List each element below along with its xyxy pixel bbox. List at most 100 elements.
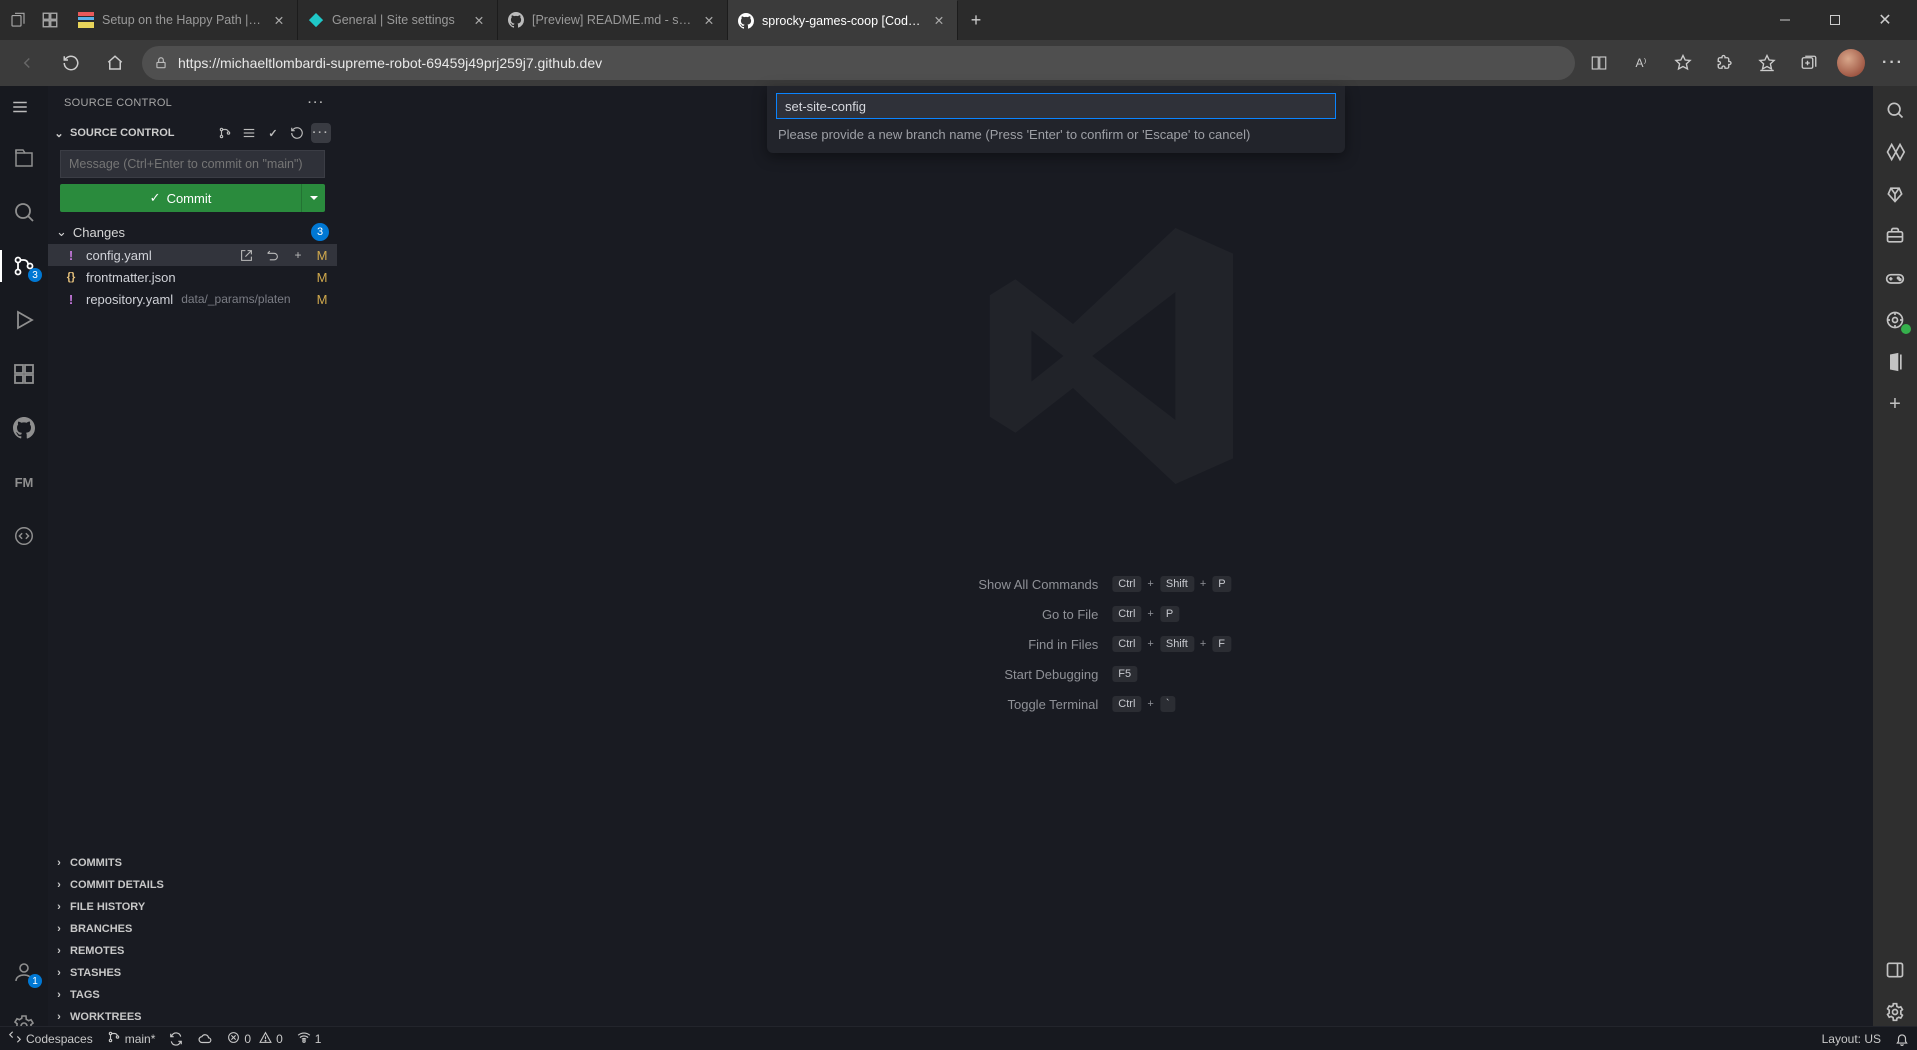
collections-icon[interactable] (1795, 49, 1823, 77)
lock-icon (154, 56, 168, 70)
activity-search[interactable] (0, 192, 48, 232)
status-codespaces[interactable]: Codespaces (8, 1030, 93, 1047)
favorite-star-icon[interactable] (1669, 49, 1697, 77)
app-mode-icon[interactable] (1585, 49, 1613, 77)
commit-message-field[interactable] (60, 150, 325, 178)
vscode-app: 3 FM 1 SOURCE CONTROL ··· ⌄ SOURCE CONTR… (0, 86, 1917, 1050)
browser-tab-1[interactable]: General | Site settings ✕ (298, 0, 498, 40)
scm-more-actions-button[interactable]: ··· (311, 123, 331, 143)
status-layout[interactable]: Layout: US (1822, 1032, 1881, 1046)
accordion-remotes[interactable]: ›REMOTES (48, 940, 337, 962)
refresh-icon[interactable] (287, 123, 307, 143)
commit-message-input[interactable] (60, 150, 325, 178)
browser-menu-button[interactable]: ··· (1879, 49, 1907, 77)
vscode-menu-button[interactable] (5, 92, 35, 122)
status-sync[interactable] (169, 1032, 183, 1046)
activity-source-control[interactable]: 3 (0, 246, 48, 286)
commit-check-icon[interactable]: ✓ (263, 123, 283, 143)
stage-changes-icon[interactable]: + (289, 246, 307, 264)
activity-extensions[interactable] (0, 354, 48, 394)
favorites-list-icon[interactable] (1753, 49, 1781, 77)
close-icon[interactable]: ✕ (931, 13, 947, 29)
edge-games-icon[interactable] (1883, 266, 1907, 290)
chevron-right-icon: › (52, 879, 66, 891)
editor-area: Show All CommandsCtrl+Shift+PGo to FileC… (337, 86, 1873, 1050)
browser-tab-title-0: Setup on the Happy Path | Platen (102, 13, 263, 27)
nav-back-button[interactable] (10, 46, 44, 80)
changes-header[interactable]: ⌄ Changes 3 (48, 220, 337, 244)
home-button[interactable] (98, 46, 132, 80)
open-file-icon[interactable] (237, 246, 255, 264)
scm-provider-header[interactable]: ⌄ SOURCE CONTROL ✓ ··· (48, 120, 337, 146)
edge-shopping-icon[interactable] (1883, 182, 1907, 206)
new-tab-button[interactable]: + (958, 0, 994, 40)
sidebar-title: SOURCE CONTROL (64, 97, 172, 109)
keyboard-shortcut: Ctrl+Shift+F (1112, 636, 1231, 652)
activity-github[interactable] (0, 408, 48, 448)
status-problems[interactable]: 0 0 (227, 1031, 282, 1047)
close-window-button[interactable]: ✕ (1871, 6, 1899, 34)
browser-tab-0[interactable]: Setup on the Happy Path | Platen ✕ (68, 0, 298, 40)
close-icon[interactable]: ✕ (271, 12, 287, 28)
status-ports[interactable]: 1 (297, 1030, 322, 1047)
profile-avatar[interactable] (1837, 49, 1865, 77)
status-ports-count: 1 (315, 1032, 322, 1046)
browser-tab-3[interactable]: sprocky-games-coop [Codespaces ✕ (728, 0, 958, 40)
accordion-file-history[interactable]: ›FILE HISTORY (48, 896, 337, 918)
accordion-commit-details[interactable]: ›COMMIT DETAILS (48, 874, 337, 896)
file-path: data/_params/platen (181, 292, 290, 306)
close-icon[interactable]: ✕ (471, 12, 487, 28)
vscode-watermark-icon (945, 196, 1265, 516)
sidebar-more-button[interactable]: ··· (308, 97, 325, 109)
view-as-list-icon[interactable] (239, 123, 259, 143)
edge-settings-icon[interactable] (1883, 1000, 1907, 1024)
changed-file-row[interactable]: ! repository.yaml data/_params/platen M (48, 288, 337, 310)
chevron-down-icon: ⌄ (56, 224, 67, 240)
accordion-label: STASHES (70, 967, 121, 979)
read-aloud-icon[interactable]: A⁾ (1627, 49, 1655, 77)
status-cloud[interactable] (197, 1032, 213, 1046)
close-icon[interactable]: ✕ (701, 12, 717, 28)
branch-name-input[interactable] (776, 93, 1336, 119)
status-branch[interactable]: main* (107, 1030, 156, 1047)
status-layout-label: Layout: US (1822, 1032, 1881, 1046)
workspaces-icon[interactable] (40, 10, 60, 30)
commit-more-button[interactable] (301, 184, 325, 212)
edge-performance-icon[interactable] (1883, 308, 1907, 332)
activity-run-debug[interactable] (0, 300, 48, 340)
commit-button[interactable]: ✓Commit (60, 184, 301, 212)
accordion-stashes[interactable]: ›STASHES (48, 962, 337, 984)
edge-discover-icon[interactable] (1883, 140, 1907, 164)
activity-explorer[interactable] (0, 138, 48, 178)
edge-tools-icon[interactable] (1883, 224, 1907, 248)
browser-tab-2[interactable]: [Preview] README.md - sprocky ✕ (498, 0, 728, 40)
extensions-icon[interactable] (1711, 49, 1739, 77)
changed-file-row[interactable]: {} frontmatter.json M (48, 266, 337, 288)
accordion-commits[interactable]: ›COMMITS (48, 852, 337, 874)
activity-accounts[interactable]: 1 (0, 952, 48, 992)
accordion-worktrees[interactable]: ›WORKTREES (48, 1006, 337, 1028)
discard-changes-icon[interactable] (263, 246, 281, 264)
browser-toolbar: https://michaeltlombardi-supreme-robot-6… (0, 40, 1917, 86)
changed-file-row[interactable]: ! config.yaml + M (48, 244, 337, 266)
welcome-command-label: Toggle Terminal (978, 697, 1098, 712)
personal-icon[interactable] (8, 10, 28, 30)
activity-fm[interactable]: FM (0, 462, 48, 502)
edge-add-icon[interactable]: + (1883, 392, 1907, 416)
edge-office-icon[interactable] (1883, 350, 1907, 374)
edge-search-icon[interactable] (1883, 98, 1907, 122)
status-notifications-icon[interactable] (1895, 1032, 1909, 1046)
accordion-branches[interactable]: ›BRANCHES (48, 918, 337, 940)
maximize-button[interactable] (1821, 6, 1849, 34)
activity-codespaces[interactable] (0, 516, 48, 556)
minimize-button[interactable] (1771, 6, 1799, 34)
scm-badge: 3 (28, 268, 42, 282)
accordion-tags[interactable]: ›TAGS (48, 984, 337, 1006)
gitlens-accordions: ›COMMITS›COMMIT DETAILS›FILE HISTORY›BRA… (48, 852, 337, 1050)
address-bar[interactable]: https://michaeltlombardi-supreme-robot-6… (142, 46, 1575, 80)
edge-hide-sidebar-icon[interactable] (1883, 958, 1907, 982)
view-as-tree-icon[interactable] (215, 123, 235, 143)
url-text: https://michaeltlombardi-supreme-robot-6… (178, 55, 1563, 71)
reload-button[interactable] (54, 46, 88, 80)
accordion-label: TAGS (70, 989, 100, 1001)
